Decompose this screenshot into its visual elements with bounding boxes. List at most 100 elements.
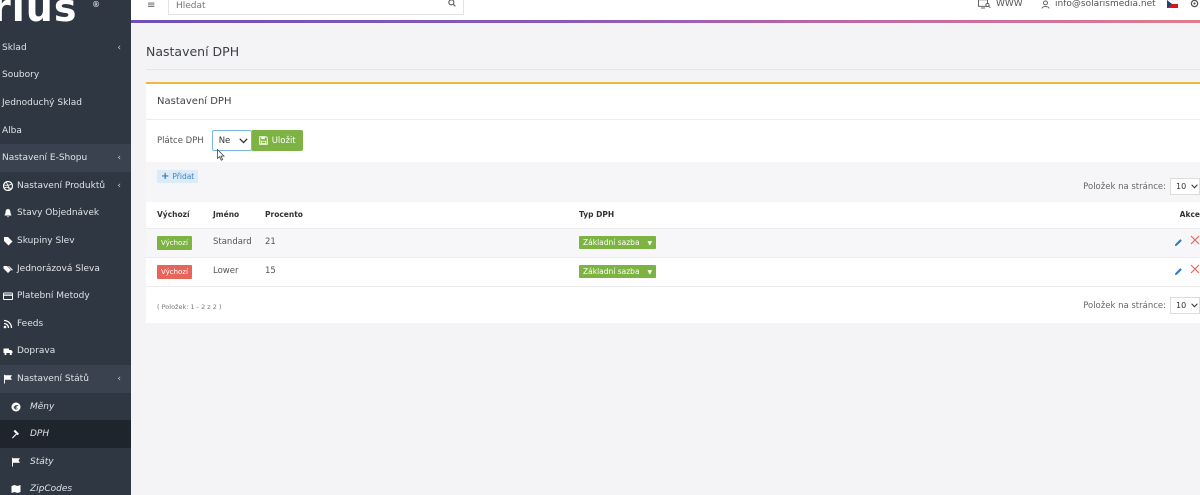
vat-type-dropdown[interactable]: Základní sazba ▼	[579, 236, 657, 249]
sidebar-item-label: Feeds	[17, 318, 44, 329]
sidebar-item-nastaveni-produktu[interactable]: Nastavení Produktů ‹	[0, 172, 131, 200]
column-header-actions: Akce	[1179, 210, 1200, 219]
topbar: ≡ WWW info@solarismedia.net	[131, 0, 1200, 20]
search-icon[interactable]	[448, 0, 456, 10]
sidebar: rius ® Sklad ‹ Soubory Jednoduchý Sklad …	[0, 0, 131, 495]
tags-icon	[2, 263, 13, 274]
edit-icon[interactable]	[1174, 238, 1183, 250]
add-button-label: Přidat	[172, 172, 195, 181]
sidebar-item-jednoduchy-sklad[interactable]: Jednoduchý Sklad	[0, 89, 131, 117]
menu-icon[interactable]: ≡	[147, 0, 155, 11]
sidebar-item-feeds[interactable]: Feeds	[0, 310, 131, 338]
column-header-percent[interactable]: Procento	[265, 210, 303, 219]
table-toolbar: + Přidat Položek na stránce: 10	[146, 162, 1200, 202]
logo[interactable]: rius ®	[0, 0, 131, 34]
card-title: Nastavení DPH	[146, 84, 1200, 120]
chevron-left-icon: ‹	[117, 180, 121, 191]
sidebar-item-staty[interactable]: Státy	[0, 448, 131, 476]
dribbble-icon	[2, 180, 13, 191]
delete-icon[interactable]	[1190, 264, 1200, 277]
per-page-select[interactable]: 10	[1170, 297, 1200, 314]
sidebar-item-jednorazova-sleva[interactable]: Jednorázová Sleva	[0, 255, 131, 283]
www-link[interactable]: WWW	[978, 0, 1023, 9]
sidebar-item-dph[interactable]: DPH	[0, 420, 131, 448]
flag-icon	[10, 456, 21, 467]
pagination-info: ( Položek: 1 - 2 z 2 )	[157, 303, 222, 311]
gavel-icon	[10, 429, 21, 440]
vat-percent: 21	[265, 237, 276, 247]
map-icon	[10, 484, 21, 495]
caret-down-icon: ▼	[647, 269, 653, 276]
www-label: WWW	[996, 0, 1023, 9]
sidebar-item-label: Stavy Objednávek	[17, 208, 100, 219]
search-box	[168, 0, 464, 15]
language-flag-icon[interactable]	[1166, 0, 1179, 12]
bell-icon	[2, 208, 13, 219]
sidebar-item-platebni-metody[interactable]: Platební Metody	[0, 282, 131, 310]
sidebar-item-meny[interactable]: € Měny	[0, 393, 131, 421]
sidebar-item-sklad[interactable]: Sklad ‹	[0, 34, 131, 62]
logo-text: rius	[0, 0, 78, 30]
sidebar-item-soubory[interactable]: Soubory	[0, 62, 131, 90]
sidebar-item-label: Soubory	[2, 70, 40, 81]
page-title: Nastavení DPH	[146, 44, 240, 59]
default-badge[interactable]: Výchozí	[157, 236, 192, 250]
sidebar-item-alba[interactable]: Alba	[0, 117, 131, 145]
settings-icon[interactable]	[1190, 0, 1199, 11]
chevron-down-icon	[1191, 184, 1198, 189]
delete-icon[interactable]	[1190, 235, 1200, 248]
svg-text:€: €	[12, 403, 18, 411]
sidebar-item-label: Alba	[2, 125, 22, 136]
sidebar-item-doprava[interactable]: Doprava	[0, 338, 131, 366]
truck-icon	[2, 346, 13, 357]
vat-type-label: Základní sazba	[583, 238, 640, 247]
table-row: Výchozí Standard 21 Základní sazba ▼	[146, 229, 1200, 258]
per-page-control-bottom: Položek na stránce: 10	[1083, 297, 1200, 314]
sidebar-item-label: Skupiny Slev	[17, 235, 75, 246]
sidebar-item-label: Nastavení E-Shopu	[2, 153, 88, 164]
vat-payer-select[interactable]: Ne	[211, 130, 252, 151]
per-page-select[interactable]: 10	[1170, 178, 1200, 195]
chevron-left-icon: ‹	[117, 42, 121, 53]
default-badge[interactable]: Výchozí	[157, 265, 192, 279]
table-row: Výchozí Lower 15 Základní sazba ▼	[146, 258, 1200, 287]
chevron-down-icon	[1191, 303, 1198, 308]
per-page-value: 10	[1176, 182, 1187, 191]
vat-payer-form: Plátce DPH Ne Uložit	[157, 130, 303, 151]
sidebar-item-label: DPH	[30, 429, 50, 440]
mouse-cursor-icon	[217, 149, 225, 161]
sidebar-item-label: ZipCodes	[30, 484, 73, 495]
caret-down-icon: ▼	[647, 240, 653, 247]
sidebar-item-nastaveni-eshopu[interactable]: Nastavení E-Shopu ‹	[0, 144, 131, 172]
euro-icon: €	[10, 401, 21, 412]
sidebar-item-nastaveni-statu[interactable]: Nastavení Států ‹	[0, 365, 131, 393]
sidebar-item-stavy-objednavek[interactable]: Stavy Objednávek	[0, 200, 131, 228]
floppy-disk-icon	[258, 136, 268, 145]
save-button-label: Uložit	[271, 135, 296, 146]
vat-percent: 15	[265, 266, 276, 276]
search-input[interactable]	[169, 0, 409, 13]
vat-settings-card: Nastavení DPH Plátce DPH Ne Uložit + Při…	[146, 82, 1200, 323]
vat-type-dropdown[interactable]: Základní sazba ▼	[579, 265, 657, 278]
sidebar-item-label: Nastavení Států	[17, 373, 89, 384]
registered-mark: ®	[92, 0, 100, 9]
edit-icon[interactable]	[1174, 267, 1183, 279]
topbar-gradient-line	[131, 20, 1200, 23]
user-menu[interactable]: info@solarismedia.net	[1041, 0, 1156, 9]
user-icon	[1041, 0, 1050, 9]
sidebar-item-label: Státy	[30, 456, 54, 467]
column-header-type[interactable]: Typ DPH	[579, 210, 614, 219]
flag-icon	[2, 373, 13, 384]
sidebar-item-zipcodes[interactable]: ZipCodes	[0, 476, 131, 495]
column-header-name[interactable]: Jméno	[213, 210, 239, 219]
add-button[interactable]: + Přidat	[157, 170, 199, 183]
sidebar-item-label: Jednorázová Sleva	[17, 263, 100, 274]
vat-payer-value: Ne	[218, 135, 231, 146]
chevron-left-icon: ‹	[117, 153, 121, 164]
column-header-default[interactable]: Výchozí	[157, 210, 190, 219]
vat-name: Lower	[213, 266, 239, 276]
user-email: info@solarismedia.net	[1055, 0, 1156, 9]
table-header: Výchozí Jméno Procento Typ DPH Akce	[146, 202, 1200, 229]
save-button[interactable]: Uložit	[251, 130, 303, 151]
sidebar-item-skupiny-slev[interactable]: Skupiny Slev	[0, 227, 131, 255]
